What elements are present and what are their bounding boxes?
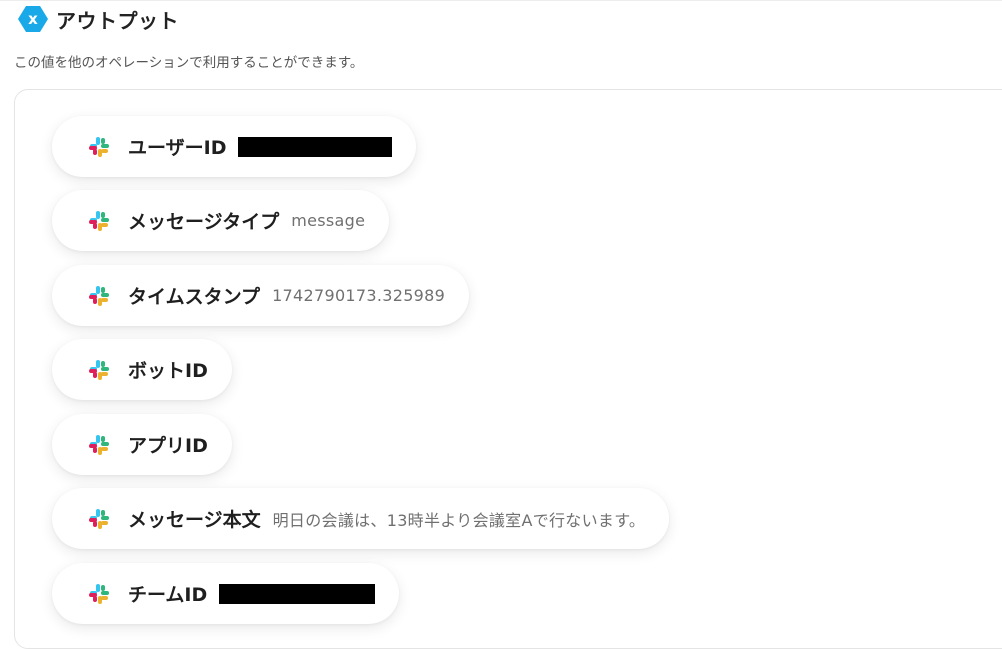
redacted-value [219, 583, 376, 604]
output-item[interactable]: チームID [52, 563, 400, 624]
output-header: x アウトプット [16, 4, 179, 34]
output-label: ボットID [128, 360, 208, 382]
page-title: アウトプット [56, 8, 179, 33]
slack-icon [89, 583, 109, 604]
slack-icon [89, 136, 109, 157]
slack-icon [89, 508, 109, 529]
page-description: この値を他のオペレーションで利用することができます。 [14, 55, 364, 71]
output-label: アプリID [128, 435, 208, 457]
slack-icon [89, 359, 109, 380]
redacted-value [238, 136, 393, 157]
output-value: 明日の会議は、13時半より会議室Aで行ないます。 [272, 510, 646, 530]
output-label: タイムスタンプ [128, 286, 261, 308]
output-item[interactable]: タイムスタンプ 1742790173.325989 [52, 265, 470, 326]
output-value: 1742790173.325989 [272, 286, 446, 305]
output-item[interactable]: ユーザーID [52, 116, 417, 177]
output-item[interactable]: ボットID [52, 339, 232, 400]
output-item[interactable]: メッセージタイプ message [52, 190, 390, 251]
slack-icon [89, 434, 109, 455]
slack-icon [89, 210, 109, 231]
output-label: チームID [128, 584, 208, 606]
output-item[interactable]: アプリID [52, 414, 232, 475]
output-label: メッセージ本文 [128, 509, 261, 531]
output-label: ユーザーID [128, 137, 227, 159]
top-divider [0, 0, 1002, 1]
output-label: メッセージタイプ [128, 211, 280, 233]
logo-letter: x [28, 10, 38, 28]
output-value: message [291, 211, 366, 230]
hexagon-logo-icon: x [18, 6, 48, 32]
slack-icon [89, 285, 109, 306]
output-item[interactable]: メッセージ本文 明日の会議は、13時半より会議室Aで行ないます。 [52, 488, 670, 549]
